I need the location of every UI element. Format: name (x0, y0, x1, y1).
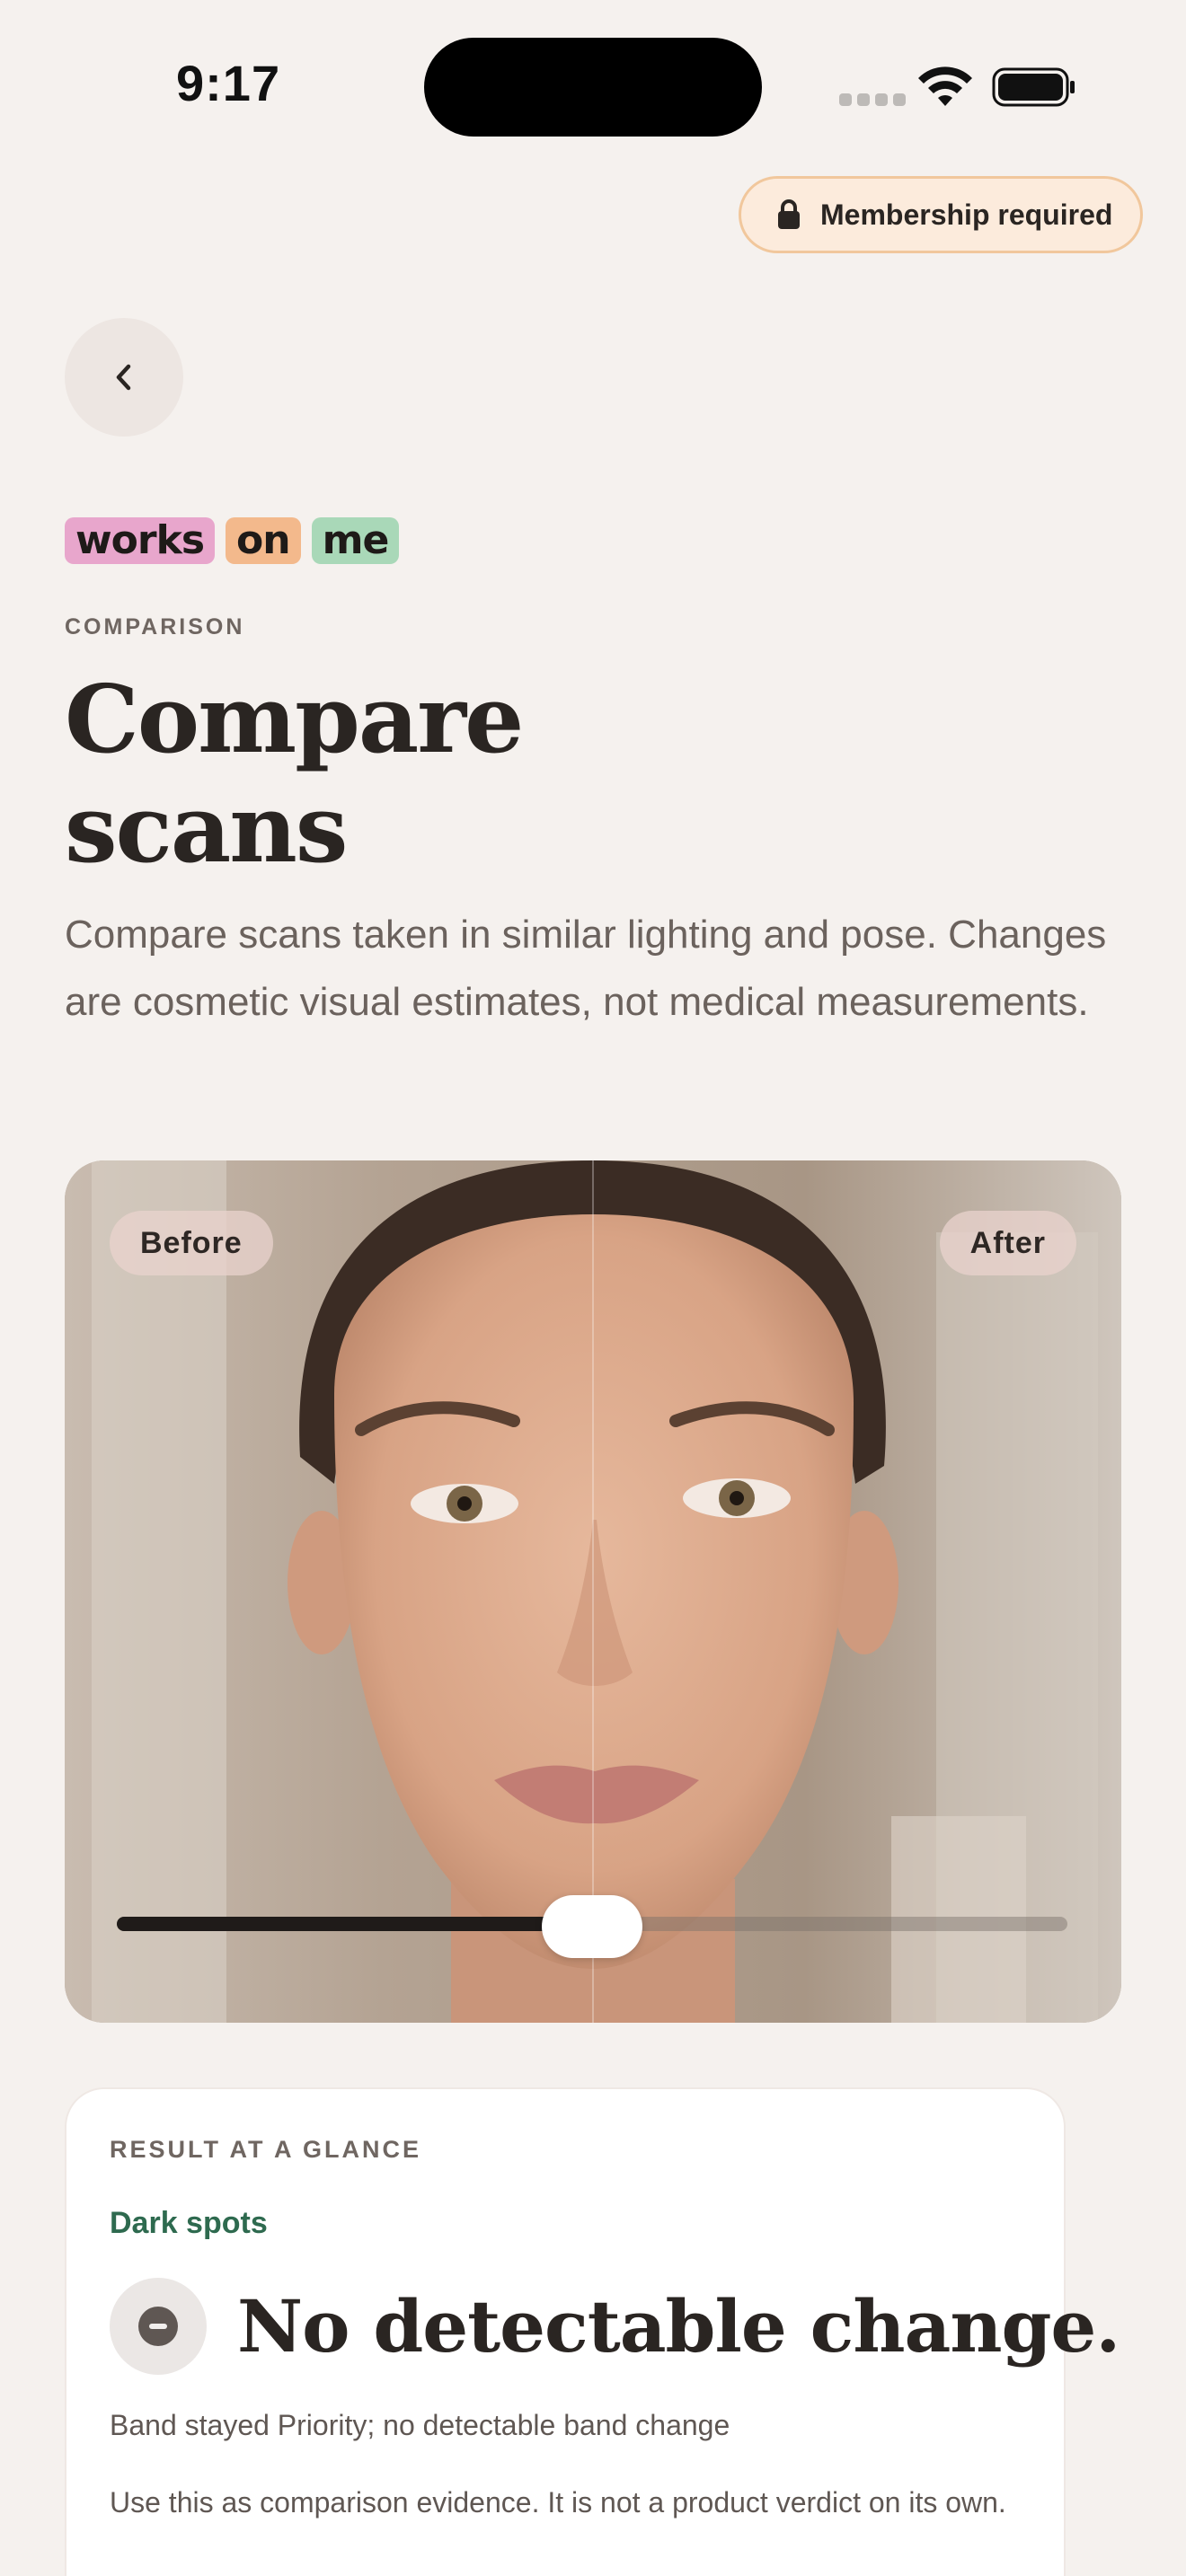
status-time: 9:17 (176, 55, 281, 111)
scan-comparison-viewer[interactable]: Before After (65, 1160, 1121, 2023)
membership-required-badge[interactable]: Membership required (739, 176, 1143, 253)
result-band-text: Band stayed Priority; no detectable band… (110, 2409, 730, 2441)
cellular-signal-icon (839, 93, 906, 106)
brand-word-works: works (65, 517, 216, 564)
lock-icon (778, 199, 800, 229)
back-button[interactable] (65, 318, 183, 437)
brand-word-on: on (226, 517, 301, 564)
membership-label: Membership required (820, 198, 1113, 231)
after-label: After (939, 1211, 1076, 1275)
comparison-slider-fill (117, 1917, 592, 1931)
comparison-slider-thumb[interactable] (542, 1895, 642, 1958)
chevron-left-icon (116, 364, 131, 391)
before-label: Before (110, 1211, 273, 1275)
section-eyebrow: COMPARISON (65, 614, 245, 640)
face-scan-image (65, 1160, 1121, 2023)
result-card: RESULT AT A GLANCE Dark spots No detecta… (65, 2087, 1120, 2576)
result-headline: No detectable change. (237, 2284, 1120, 2369)
dynamic-island (424, 38, 762, 137)
no-change-badge (110, 2278, 207, 2375)
brand-logo: works on me (65, 517, 400, 564)
status-bar: 9:17 (0, 0, 1186, 162)
minus-circle-icon (138, 2307, 178, 2346)
brand-word-me: me (311, 517, 400, 564)
battery-icon (992, 67, 1075, 107)
page-description: Compare scans taken in similar lighting … (65, 913, 1107, 1024)
result-eyebrow: RESULT AT A GLANCE (110, 2136, 421, 2163)
result-category: Dark spots (110, 2206, 268, 2240)
wifi-icon (918, 66, 972, 106)
result-note: Use this as comparison evidence. It is n… (110, 2486, 1006, 2519)
page-title: Compare scans (65, 664, 524, 884)
